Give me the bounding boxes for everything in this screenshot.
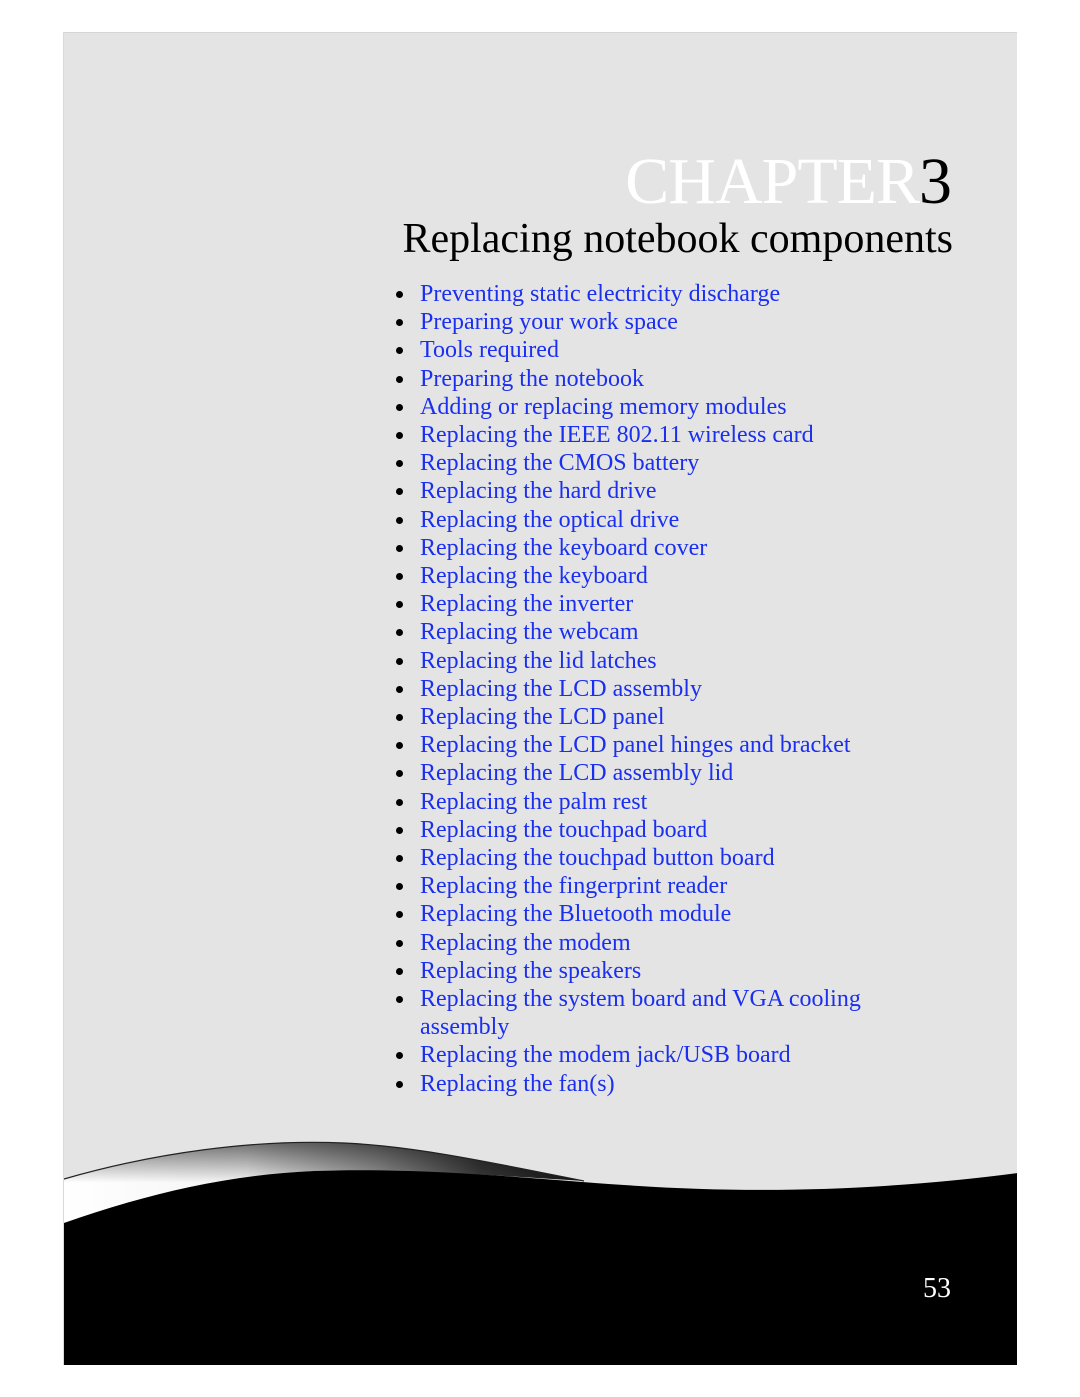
toc-item[interactable]: Replacing the LCD panel <box>393 703 893 731</box>
bullet-icon <box>396 996 403 1004</box>
bullet-icon <box>396 460 403 468</box>
toc-item[interactable]: Replacing the fingerprint reader <box>393 872 893 900</box>
bullet-icon <box>396 883 403 891</box>
bullet-icon <box>396 714 403 722</box>
toc-item[interactable]: Replacing the optical drive <box>393 506 893 534</box>
toc-link[interactable]: Replacing the speakers <box>420 958 641 984</box>
toc-link[interactable]: Replacing the fan(s) <box>420 1071 615 1097</box>
toc-link[interactable]: Replacing the LCD assembly <box>420 676 702 702</box>
toc-link[interactable]: Replacing the optical drive <box>420 507 679 533</box>
toc-item[interactable]: Adding or replacing memory modules <box>393 393 893 421</box>
chapter-number: 3 <box>919 145 952 218</box>
bullet-icon <box>396 375 403 383</box>
bullet-icon <box>396 770 403 778</box>
toc-item[interactable]: Tools required <box>393 336 893 364</box>
chapter-contents-list: Preventing static electricity discharge … <box>393 280 893 1098</box>
toc-link[interactable]: Replacing the LCD panel hinges and brack… <box>420 732 851 758</box>
bullet-icon <box>396 347 403 355</box>
toc-item[interactable]: Replacing the palm rest <box>393 788 893 816</box>
toc-link[interactable]: Replacing the palm rest <box>420 789 647 815</box>
toc-item[interactable]: Replacing the keyboard <box>393 562 893 590</box>
toc-link[interactable]: Replacing the system board and VGA cooli… <box>420 986 861 1040</box>
toc-link[interactable]: Replacing the LCD assembly lid <box>420 760 733 786</box>
toc-link[interactable]: Replacing the fingerprint reader <box>420 873 727 899</box>
toc-item[interactable]: Replacing the speakers <box>393 957 893 985</box>
toc-link[interactable]: Replacing the touchpad board <box>420 817 707 843</box>
toc-link[interactable]: Replacing the hard drive <box>420 478 657 504</box>
toc-item[interactable]: Preventing static electricity discharge <box>393 280 893 308</box>
page-number: 53 <box>923 1273 951 1304</box>
toc-link[interactable]: Replacing the webcam <box>420 619 639 645</box>
toc-item[interactable]: Replacing the modem jack/USB board <box>393 1041 893 1069</box>
bullet-icon <box>396 742 403 750</box>
footer-wave-graphic <box>64 1141 1017 1365</box>
toc-item[interactable]: Replacing the touchpad board <box>393 816 893 844</box>
chapter-heading: CHAPTER3 <box>625 149 952 215</box>
toc-link[interactable]: Tools required <box>420 337 559 363</box>
page: CHAPTER3 Replacing notebook components P… <box>63 32 1017 1365</box>
bullet-icon <box>396 432 403 440</box>
toc-item[interactable]: Replacing the touchpad button board <box>393 844 893 872</box>
bullet-icon <box>396 826 403 834</box>
bullet-icon <box>396 601 403 609</box>
toc-item[interactable]: Replacing the LCD assembly <box>393 675 893 703</box>
bullet-icon <box>396 403 403 411</box>
bullet-icon <box>396 629 403 637</box>
toc-link[interactable]: Preparing the notebook <box>420 366 644 392</box>
toc-item[interactable]: Replacing the hard drive <box>393 477 893 505</box>
toc-link[interactable]: Replacing the keyboard <box>420 563 648 589</box>
bullet-icon <box>396 573 403 581</box>
toc-item[interactable]: Preparing your work space <box>393 308 893 336</box>
bullet-icon <box>396 1052 403 1060</box>
toc-link[interactable]: Replacing the modem <box>420 930 631 956</box>
bullet-icon <box>396 939 403 947</box>
toc-item[interactable]: Replacing the modem <box>393 929 893 957</box>
toc-link[interactable]: Replacing the IEEE 802.11 wireless card <box>420 422 814 448</box>
bullet-icon <box>396 967 403 975</box>
toc-link[interactable]: Replacing the LCD panel <box>420 704 665 730</box>
chapter-title: Replacing notebook components <box>402 216 953 262</box>
toc-item[interactable]: Replacing the CMOS battery <box>393 449 893 477</box>
bullet-icon <box>396 319 403 327</box>
toc-link[interactable]: Replacing the modem jack/USB board <box>420 1042 791 1068</box>
bullet-icon <box>396 291 403 298</box>
bullet-icon <box>396 544 403 552</box>
toc-item[interactable]: Preparing the notebook <box>393 365 893 393</box>
toc-item[interactable]: Replacing the LCD panel hinges and brack… <box>393 731 893 759</box>
toc-item[interactable]: Replacing the Bluetooth module <box>393 900 893 928</box>
toc-item[interactable]: Replacing the system board and VGA cooli… <box>393 985 880 1041</box>
bullet-icon <box>396 1080 403 1088</box>
bullet-icon <box>396 657 403 665</box>
toc-item[interactable]: Replacing the webcam <box>393 618 893 646</box>
bullet-icon <box>396 855 403 863</box>
toc-link[interactable]: Replacing the touchpad button board <box>420 845 775 871</box>
toc-link[interactable]: Preventing static electricity discharge <box>420 281 780 307</box>
bullet-icon <box>396 798 403 806</box>
toc-item[interactable]: Replacing the fan(s) <box>393 1070 893 1098</box>
chapter-label: CHAPTER <box>625 145 920 218</box>
toc-link[interactable]: Replacing the lid latches <box>420 648 657 674</box>
toc-item[interactable]: Replacing the LCD assembly lid <box>393 759 893 787</box>
toc-item[interactable]: Replacing the inverter <box>393 590 893 618</box>
toc-link[interactable]: Adding or replacing memory modules <box>420 394 787 420</box>
toc-link[interactable]: Replacing the Bluetooth module <box>420 901 731 927</box>
toc-link[interactable]: Preparing your work space <box>420 309 678 335</box>
toc-link[interactable]: Replacing the inverter <box>420 591 633 617</box>
toc-item[interactable]: Replacing the IEEE 802.11 wireless card <box>393 421 893 449</box>
bullet-icon <box>396 685 403 693</box>
bullet-icon <box>396 516 403 524</box>
footer-band <box>64 1170 1017 1365</box>
bullet-icon <box>396 488 403 496</box>
bullet-icon <box>396 911 403 919</box>
toc-link[interactable]: Replacing the keyboard cover <box>420 535 707 561</box>
toc-item[interactable]: Replacing the keyboard cover <box>393 534 893 562</box>
toc-link[interactable]: Replacing the CMOS battery <box>420 450 699 476</box>
toc-item[interactable]: Replacing the lid latches <box>393 647 893 675</box>
